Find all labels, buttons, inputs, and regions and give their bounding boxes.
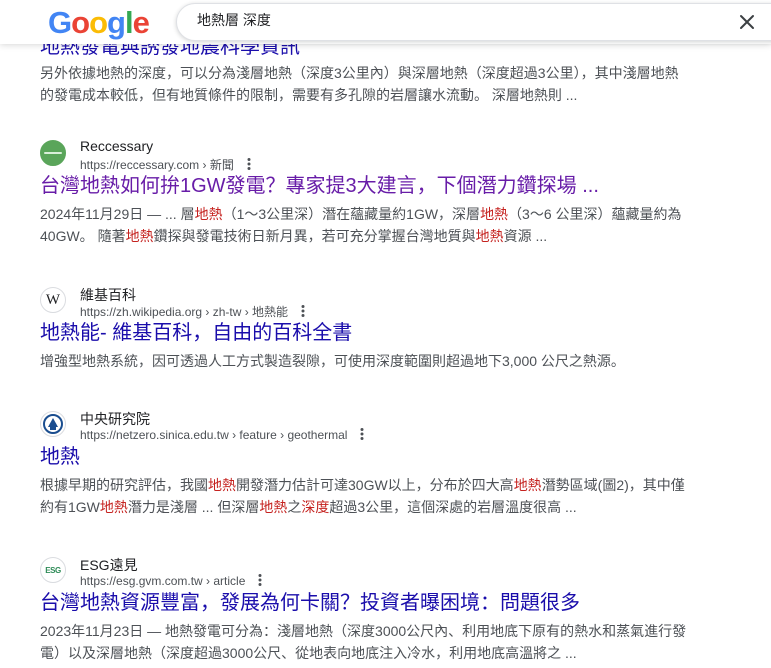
url-path: › article [202, 574, 246, 588]
logo-letter: o [71, 5, 90, 40]
url-domain: https://esg.gvm.com.tw [80, 574, 203, 588]
url-path: › zh-tw › 地熱能 [202, 305, 289, 319]
snippet-text: 資源 ... [503, 228, 548, 244]
logo-letter: g [107, 5, 126, 40]
snippet-line: 約有1GW地熱潛力是淺層 ... 但深層地熱之深度超過3公里，這個深處的岩層溫度… [40, 496, 700, 518]
url-domain: https://zh.wikipedia.org [80, 305, 203, 319]
snippet-text: 開發潛力估計可達30GW以上，分布於四大高 [236, 477, 514, 493]
url-domain: https://reccessary.com [80, 158, 200, 172]
wikipedia-glyph: W [45, 291, 61, 308]
result-source[interactable]: 中央研究院 https://netzero.sinica.edu.tw › fe… [40, 409, 700, 442]
snippet-text: 增強型地熱系統，因可透過人工方式製造裂隙，可使用深度範圍則超過地下3,000 公… [40, 353, 625, 369]
logo-letter: e [132, 5, 150, 40]
snippet-line: 2024年11月29日 — ... 層地熱（1～3公里深）潛在蘊藏量約1GW，深… [40, 203, 700, 225]
search-box[interactable] [176, 3, 771, 41]
snippet-text: （3～6 公里深）蘊藏量約為 [508, 206, 682, 222]
snippet-text: 鑽探與發電技術日新月異，若可充分掌握台灣地質與 [153, 228, 476, 244]
result-source[interactable]: Reccessary https://reccessary.com › 新聞 [40, 138, 700, 173]
snippet-line: 40GW。 隨著地熱鑽探與發電技術日新月異，若可充分掌握台灣地質與地熱資源 ..… [40, 225, 700, 247]
url-domain: https://netzero.sinica.edu.tw [80, 428, 229, 442]
snippet-highlight: 地熱 [475, 228, 504, 244]
snippet-highlight: 深度 [301, 499, 330, 515]
more-options-icon[interactable] [296, 304, 310, 318]
result-snippet: 2024年11月29日 — ... 層地熱（1～3公里深）潛在蘊藏量約1GW，深… [40, 203, 700, 247]
sinica-favicon-icon [40, 411, 66, 437]
snippet-text: 40GW。 隨著 [40, 228, 126, 244]
url-path: › 新聞 [199, 158, 234, 172]
snippet-text: 約有1GW [40, 499, 100, 515]
snippet-text: 電）以及深層地熱（深度超過3000公尺、從地表向地底注入冷水，利用地底高溫將之 … [40, 645, 577, 661]
search-header: Google [0, 0, 771, 44]
result-item: ESG ESG遠見 https://esg.gvm.com.tw › artic… [40, 555, 700, 664]
result-item: 中央研究院 https://netzero.sinica.edu.tw › fe… [40, 409, 700, 518]
result-title-link[interactable]: 地熱能- 維基百科，自由的百科全書 [40, 320, 700, 346]
logo-letter: G [48, 5, 72, 40]
snippet-line: 增強型地熱系統，因可透過人工方式製造裂隙，可使用深度範圍則超過地下3,000 公… [40, 350, 700, 372]
site-name: ESG遠見 [80, 557, 138, 573]
logo-letter: l [124, 5, 134, 40]
url-path: › feature › geothermal [228, 428, 348, 442]
snippet-highlight: 地熱 [259, 499, 288, 515]
reccessary-favicon-icon [40, 140, 66, 166]
result-snippet: 2023年11月23日 — 地熱發電可分為：淺層地熱（深度3000公尺內、利用地… [40, 620, 700, 664]
site-name: 維基百科 [80, 287, 136, 303]
result-snippet: 根據早期的研究評估，我國地熱開發潛力估計可達30GW以上，分布於四大高地熱潛勢區… [40, 474, 700, 518]
result-item: W 維基百科 https://zh.wikipedia.org › zh-tw … [40, 285, 700, 372]
snippet-highlight: 地熱 [513, 477, 542, 493]
close-icon [740, 15, 754, 29]
result-source[interactable]: W 維基百科 https://zh.wikipedia.org › zh-tw … [40, 285, 700, 320]
result-snippet: 另外依據地熱的深度，可以分為淺層地熱（深度3公里內）與深層地熱（深度超過3公里）… [40, 62, 700, 106]
snippet-highlight: 地熱 [480, 206, 509, 222]
result-item: 地熱發電與誘發地震科學資訊 另外依據地熱的深度，可以分為淺層地熱（深度3公里內）… [40, 34, 700, 106]
snippet-line: 2023年11月23日 — 地熱發電可分為：淺層地熱（深度3000公尺內、利用地… [40, 620, 700, 642]
result-title-link[interactable]: 地熱 [40, 444, 700, 470]
site-url: https://esg.gvm.com.tw › article [80, 573, 267, 588]
more-options-icon[interactable] [253, 573, 267, 587]
site-name: 中央研究院 [80, 411, 150, 427]
result-title-link[interactable]: 台灣地熱資源豐富，發展為何卡關？投資者曝困境：問題很多 [40, 590, 700, 616]
result-item: Reccessary https://reccessary.com › 新聞 台… [40, 138, 700, 247]
snippet-text: 2023年11月23日 — 地熱發電可分為：淺層地熱（深度3000公尺內、利用地… [40, 623, 687, 639]
snippet-text: 2024年11月29日 — ... 層 [40, 206, 195, 222]
wikipedia-favicon-icon: W [40, 287, 66, 313]
clear-search-button[interactable] [735, 10, 759, 34]
site-name: Reccessary [80, 138, 154, 154]
result-source[interactable]: ESG ESG遠見 https://esg.gvm.com.tw › artic… [40, 555, 700, 588]
snippet-text: 之 [287, 499, 302, 515]
snippet-text: 超過3公里，這個深處的岩層溫度很高 ... [329, 499, 577, 515]
snippet-text: 潛力是淺層 ... 但深層 [127, 499, 260, 515]
result-title-link[interactable]: 台灣地熱如何拚1GW發電？專家提3大建言，下個潛力鑽探場 ... [40, 173, 700, 199]
snippet-line: 另外依據地熱的深度，可以分為淺層地熱（深度3公里內）與深層地熱（深度超過3公里）… [40, 65, 679, 81]
snippet-highlight: 地熱 [208, 477, 236, 493]
snippet-text: 根據早期的研究評估，我國 [40, 477, 208, 493]
site-url: https://reccessary.com › 新聞 [80, 156, 256, 173]
snippet-highlight: 地熱 [125, 228, 154, 244]
search-input[interactable] [197, 12, 717, 28]
snippet-line: 的發電成本較低，但有地質條件的限制，需要有多孔隙的岩層讓水流動。 深層地熱則 .… [40, 87, 578, 103]
esg-glyph: ESG [45, 565, 61, 575]
site-url: https://netzero.sinica.edu.tw › feature … [80, 427, 369, 442]
more-options-icon[interactable] [355, 427, 369, 441]
snippet-line: 電）以及深層地熱（深度超過3000公尺、從地表向地底注入冷水，利用地底高溫將之 … [40, 642, 700, 664]
snippet-highlight: 地熱 [99, 499, 128, 515]
snippet-text: （1～3公里深）潛在蘊藏量約1GW，深層 [222, 206, 481, 222]
more-options-icon[interactable] [242, 157, 256, 171]
result-snippet: 增強型地熱系統，因可透過人工方式製造裂隙，可使用深度範圍則超過地下3,000 公… [40, 350, 700, 372]
snippet-text: 潛勢區域(圖2)，其中僅 [541, 477, 685, 493]
snippet-highlight: 地熱 [194, 206, 223, 222]
logo-letter: o [89, 5, 108, 40]
google-logo[interactable]: Google [48, 5, 150, 41]
esg-favicon-icon: ESG [40, 557, 66, 583]
snippet-line: 根據早期的研究評估，我國地熱開發潛力估計可達30GW以上，分布於四大高地熱潛勢區… [40, 474, 700, 496]
site-url: https://zh.wikipedia.org › zh-tw › 地熱能 [80, 303, 310, 320]
